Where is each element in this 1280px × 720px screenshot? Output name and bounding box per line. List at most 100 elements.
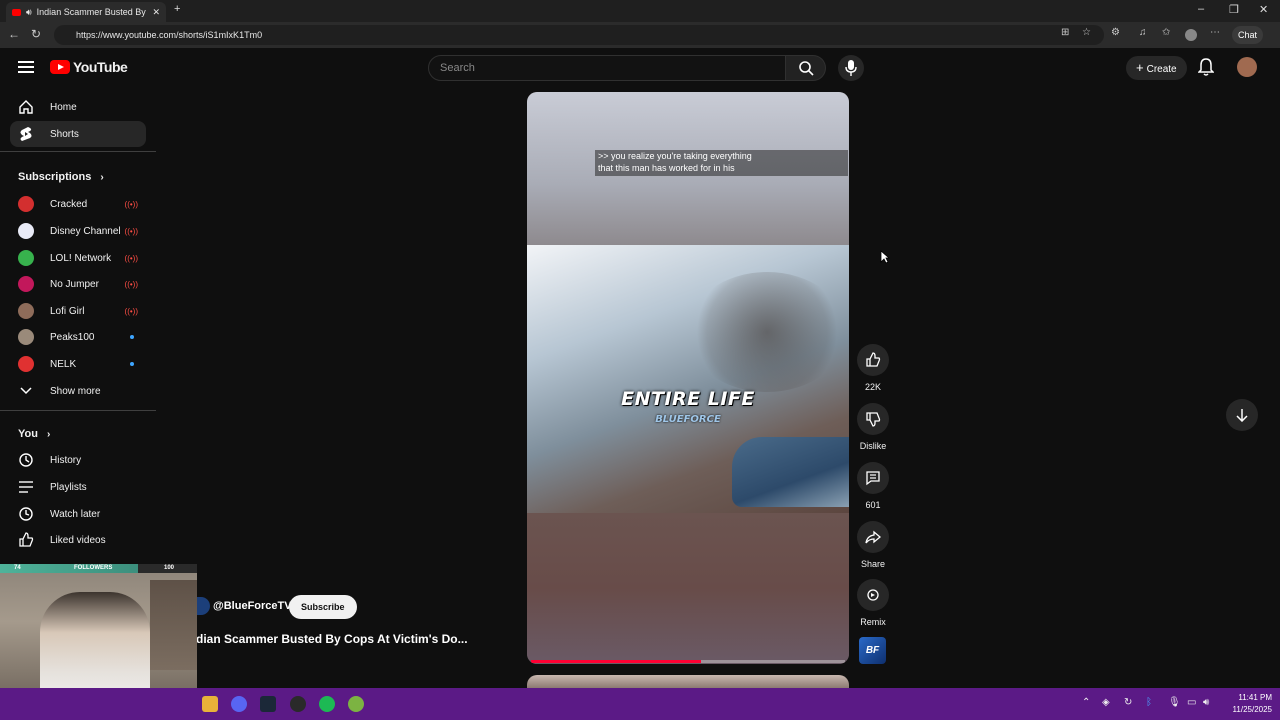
notifications-bell-icon[interactable]: [1198, 58, 1214, 76]
sidebar-item-history[interactable]: History: [10, 447, 146, 473]
speaker-icon[interactable]: 🔊︎: [26, 7, 32, 18]
caption-line: that this man has worked for in his: [598, 163, 735, 173]
file-explorer-icon[interactable]: [202, 696, 218, 712]
show-more-label: Show more: [50, 385, 101, 397]
display-tray-icon[interactable]: ▭: [1187, 697, 1196, 708]
sidebar-item-label: Shorts: [50, 128, 79, 140]
home-icon: [18, 99, 34, 115]
like-button[interactable]: 22K: [856, 344, 890, 392]
browser-tab-bar: 🔊︎ Indian Scammer Busted By C ✕ + – ❐ ✕: [0, 0, 1280, 22]
new-tab-icon[interactable]: +: [174, 3, 180, 15]
subscription-item-lol-network[interactable]: LOL! Network ((•)): [10, 245, 146, 271]
remix-button[interactable]: Remix: [856, 579, 890, 627]
create-label: Create: [1146, 64, 1177, 75]
live-icon: ((•)): [124, 226, 138, 236]
live-icon: ((•)): [124, 253, 138, 263]
refresh-icon[interactable]: ↻: [31, 27, 41, 41]
youtube-favicon-icon: [12, 8, 21, 16]
profile-icon[interactable]: [1185, 29, 1197, 41]
remix-label: Remix: [860, 617, 886, 627]
subscribe-button[interactable]: Subscribe: [289, 595, 357, 619]
sidebar-item-watch-later[interactable]: Watch later: [10, 501, 146, 527]
sidebar-item-label: Home: [50, 101, 77, 113]
create-button[interactable]: + Create: [1126, 56, 1187, 80]
next-short-preview[interactable]: [527, 675, 849, 688]
extensions-icon[interactable]: ⚙: [1111, 27, 1120, 38]
next-video-button[interactable]: [1226, 399, 1258, 431]
sidebar-item-home[interactable]: Home: [10, 94, 146, 120]
channel-sound-thumbnail[interactable]: BF: [859, 637, 886, 664]
copilot-chat-button[interactable]: Chat: [1232, 26, 1264, 44]
live-icon: ((•)): [124, 279, 138, 289]
like-icon: [866, 352, 881, 367]
channel-avatar[interactable]: [196, 597, 210, 615]
live-icon: ((•)): [124, 306, 138, 316]
discord-icon[interactable]: [231, 696, 247, 712]
subscription-item-nelk[interactable]: NELK: [10, 351, 146, 377]
restore-icon[interactable]: ❐: [1229, 3, 1239, 16]
video-title[interactable]: dian Scammer Busted By Cops At Victim's …: [196, 632, 468, 646]
history-icon: [18, 452, 34, 468]
bluetooth-icon[interactable]: ᛒ: [1146, 697, 1152, 708]
subscription-item-no-jumper[interactable]: No Jumper ((•)): [10, 271, 146, 297]
app-icon[interactable]: [348, 696, 364, 712]
tray-overflow-icon[interactable]: ⌃: [1082, 697, 1090, 708]
you-heading[interactable]: You ›: [18, 428, 50, 440]
show-more-button[interactable]: Show more: [10, 378, 146, 404]
steam-icon[interactable]: [260, 696, 276, 712]
chevron-right-icon: ›: [100, 172, 104, 183]
app-icon[interactable]: ⊞: [1061, 27, 1069, 38]
obs-icon[interactable]: [290, 696, 306, 712]
comments-button[interactable]: 601: [856, 462, 890, 510]
favorites-icon[interactable]: ✩: [1162, 27, 1170, 38]
url-field[interactable]: https://www.youtube.com/shorts/iS1mIxK1T…: [54, 25, 1104, 45]
channel-name[interactable]: @BlueForceTV: [213, 600, 292, 612]
volume-icon[interactable]: 🔊︎: [1203, 697, 1209, 708]
sidebar-item-liked-videos[interactable]: Liked videos: [10, 527, 146, 553]
chat-label: Chat: [1238, 30, 1258, 40]
subscription-item-cracked[interactable]: Cracked ((•)): [10, 191, 146, 217]
account-avatar[interactable]: [1237, 57, 1257, 77]
windows-taskbar: ⌃ ◈ ↻ ᛒ 🎙︎ ▭ 🔊︎ 11:41 PM 11/25/2025: [0, 688, 1280, 720]
search-input[interactable]: Search: [428, 55, 786, 81]
clock-date: 11/25/2025: [1232, 705, 1272, 714]
subscriptions-heading[interactable]: Subscriptions ›: [18, 171, 104, 183]
clock-time: 11:41 PM: [1238, 693, 1272, 702]
menu-icon[interactable]: [18, 61, 34, 73]
comment-icon: [866, 471, 880, 486]
close-tab-icon[interactable]: ✕: [152, 7, 160, 18]
subscription-item-lofi-girl[interactable]: Lofi Girl ((•)): [10, 298, 146, 324]
subscription-label: LOL! Network: [50, 252, 112, 264]
sidebar-item-shorts[interactable]: Shorts: [10, 121, 146, 147]
steam-tray-icon[interactable]: ◈: [1102, 697, 1110, 708]
favorite-star-icon[interactable]: ☆: [1082, 27, 1091, 38]
back-icon[interactable]: ←: [8, 27, 20, 41]
close-window-icon[interactable]: ✕: [1259, 3, 1268, 16]
shorts-video-player[interactable]: >> you realize you're taking everything …: [527, 92, 849, 664]
subscription-label: Lofi Girl: [50, 305, 85, 317]
video-caption: >> you realize you're taking everything …: [595, 150, 848, 176]
sync-tray-icon[interactable]: ↻: [1124, 697, 1132, 708]
search-button[interactable]: [786, 55, 826, 81]
browser-tab[interactable]: 🔊︎ Indian Scammer Busted By C ✕: [6, 2, 166, 22]
more-menu-icon[interactable]: ⋯: [1210, 27, 1220, 38]
remix-icon: [867, 589, 879, 601]
share-button[interactable]: Share: [856, 521, 890, 569]
subscription-item-disney-channel[interactable]: Disney Channel ((•)): [10, 218, 146, 244]
subscription-label: Disney Channel: [50, 225, 121, 237]
video-overlay-brand: BLUEFORCE: [655, 414, 721, 425]
microphone-tray-icon[interactable]: 🎙︎: [1168, 697, 1181, 708]
video-trees: [687, 272, 847, 392]
new-content-dot: [130, 362, 134, 366]
subscription-item-peaks100[interactable]: Peaks100: [10, 324, 146, 350]
video-progress-bar[interactable]: [531, 660, 845, 663]
youtube-play-icon: [50, 60, 70, 74]
system-clock[interactable]: 11:41 PM 11/25/2025: [1222, 692, 1272, 716]
sidebar-item-playlists[interactable]: Playlists: [10, 474, 146, 500]
youtube-logo[interactable]: YouTube: [50, 59, 128, 75]
minimize-icon[interactable]: –: [1198, 3, 1204, 15]
spotify-icon[interactable]: [319, 696, 335, 712]
dislike-button[interactable]: Dislike: [856, 403, 890, 451]
music-icon[interactable]: ♫: [1139, 27, 1147, 38]
voice-search-button[interactable]: [838, 55, 864, 81]
